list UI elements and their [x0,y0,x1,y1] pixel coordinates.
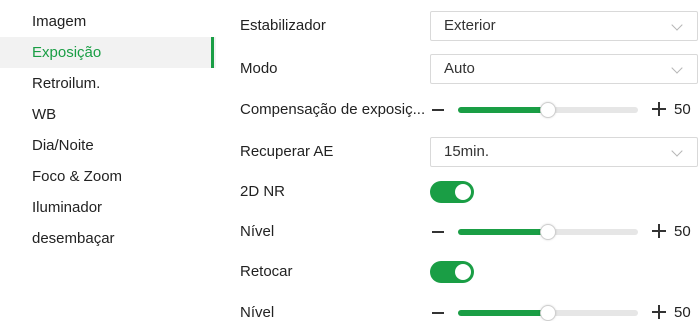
nr2d-row: 2D NR [240,177,698,207]
mode-label: Modo [240,60,278,77]
plus-icon[interactable] [652,305,666,319]
retouch-label: Retocar [240,263,293,280]
slider-fill [458,229,548,235]
recover-ae-value: 15min. [444,143,490,160]
chevron-down-icon [671,145,683,157]
recover-ae-label: Recuperar AE [240,143,334,160]
sidebar-item-retroilum[interactable]: Retroilum. [0,68,216,99]
mode-row: Modo Auto [240,54,698,84]
mode-select[interactable]: Auto [430,54,698,84]
nr2d-toggle[interactable] [430,181,474,203]
slider-value: 50 [674,101,691,118]
slider-track[interactable] [458,224,638,240]
sidebar-nav: Imagem Exposição Retroilum. WB Dia/Noite… [0,0,216,321]
stabilizer-label: Estabilizador [240,17,326,34]
chevron-down-icon [671,62,683,74]
slider-fill [458,107,548,113]
minus-icon[interactable] [432,109,444,111]
exposure-compensation-row: Compensação de exposiç... 50 [240,95,698,125]
retouch-level-row: Nível 50 [240,298,698,321]
minus-icon[interactable] [432,312,444,314]
slider-thumb[interactable] [540,305,556,321]
stabilizer-row: Estabilizador Exterior [240,11,698,41]
recover-ae-select[interactable]: 15min. [430,137,698,167]
recover-ae-row: Recuperar AE 15min. [240,137,698,167]
sidebar-item-dia-noite[interactable]: Dia/Noite [0,130,216,161]
sidebar-item-exposicao[interactable]: Exposição [0,37,216,68]
exposure-compensation-label: Compensação de exposiç... [240,101,426,118]
nr2d-level-label: Nível [240,223,275,240]
slider-track[interactable] [458,305,638,321]
mode-value: Auto [444,60,475,77]
slider-track[interactable] [458,102,638,118]
retouch-row: Retocar [240,257,698,287]
slider-thumb[interactable] [540,102,556,118]
plus-icon[interactable] [652,224,666,238]
slider-value: 50 [674,223,691,240]
retouch-toggle[interactable] [430,261,474,283]
sidebar-item-iluminador[interactable]: Iluminador [0,192,216,223]
sidebar-item-foco-zoom[interactable]: Foco & Zoom [0,161,216,192]
nr2d-label: 2D NR [240,183,286,200]
stabilizer-value: Exterior [444,17,496,34]
sidebar-item-desembacar[interactable]: desembaçar [0,223,216,254]
plus-icon[interactable] [652,102,666,116]
exposure-compensation-slider: 50 [430,95,698,125]
sidebar-item-imagem[interactable]: Imagem [0,6,216,37]
nr2d-level-slider: 50 [430,217,698,247]
slider-fill [458,310,548,316]
slider-thumb[interactable] [540,224,556,240]
chevron-down-icon [671,19,683,31]
minus-icon[interactable] [432,231,444,233]
slider-value: 50 [674,304,691,321]
sidebar-item-wb[interactable]: WB [0,99,216,130]
nr2d-level-row: Nível 50 [240,217,698,247]
stabilizer-select[interactable]: Exterior [430,11,698,41]
toggle-knob [455,264,471,280]
retouch-level-slider: 50 [430,298,698,321]
toggle-knob [455,184,471,200]
retouch-level-label: Nível [240,304,275,321]
